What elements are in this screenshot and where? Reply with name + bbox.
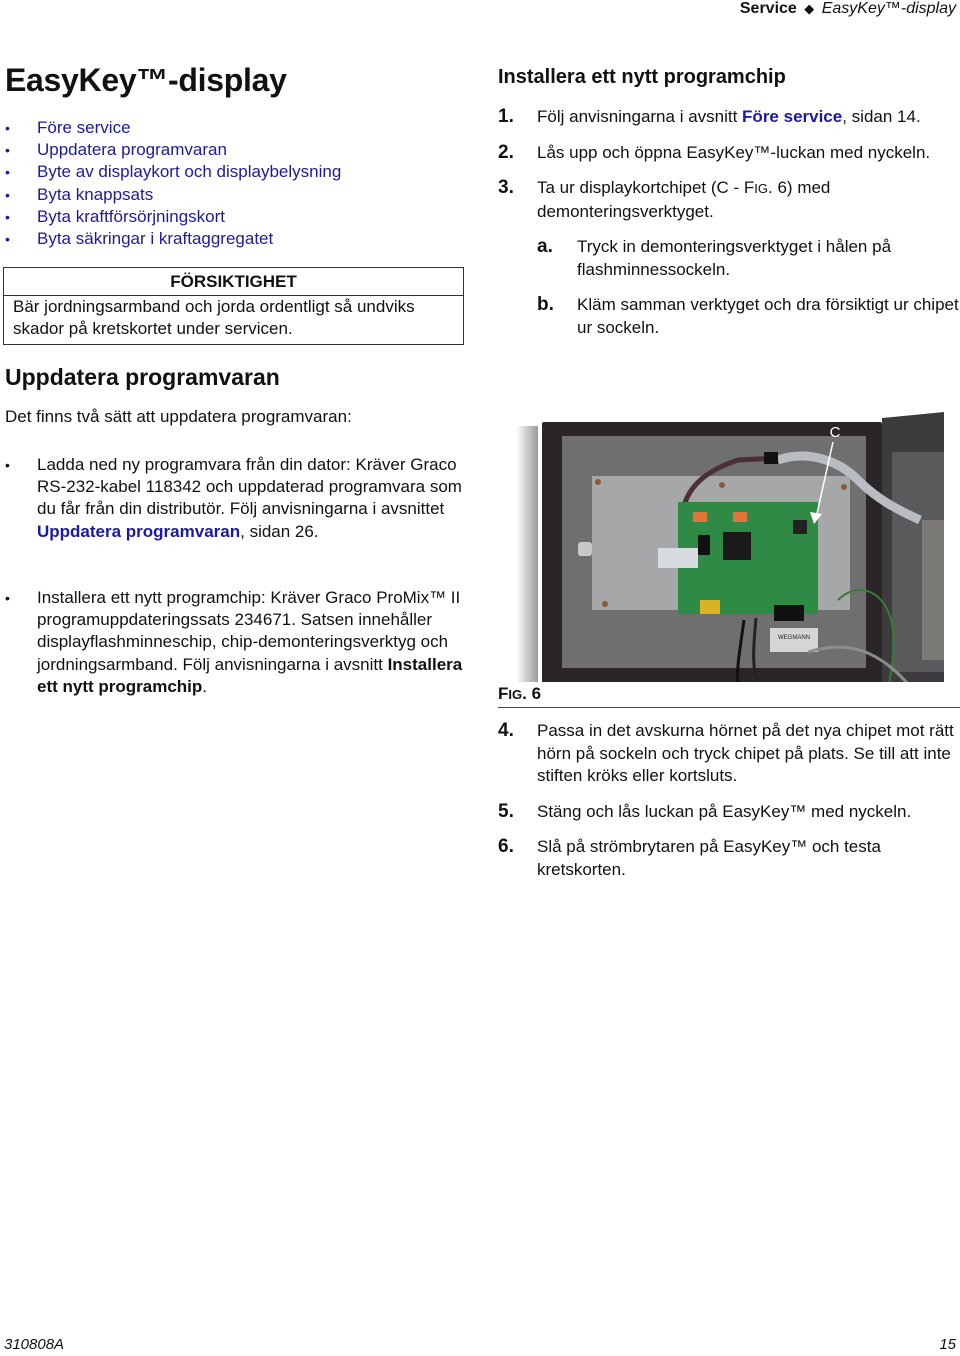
bullet-icon: • bbox=[5, 457, 10, 473]
step-item: 5. Stäng och lås luckan på EasyKey™ med … bbox=[498, 800, 912, 822]
nameplate-text: WEGMANN bbox=[778, 635, 810, 641]
door-shadow bbox=[516, 426, 538, 682]
toc-item[interactable]: • Byte av displaykort och displaybelysnin… bbox=[5, 161, 465, 183]
update-intro: Det finns två sätt att uppdatera program… bbox=[5, 407, 352, 426]
page-number: 15 bbox=[939, 1336, 956, 1353]
bullet-icon: • bbox=[5, 208, 10, 225]
step-item: 2. Lås upp och öppna EasyKey™-luckan med… bbox=[498, 141, 931, 163]
update-option-chip: • Installera ett nytt programchip: Kräve… bbox=[5, 588, 463, 696]
door-latch bbox=[578, 542, 592, 556]
bullet-icon: • bbox=[5, 120, 10, 136]
bullet-icon: • bbox=[5, 186, 10, 203]
doc-number: 310808A bbox=[4, 1336, 65, 1353]
install-steps-continued: 4. Passa in det avskurna hörnet på det n… bbox=[498, 720, 960, 881]
easykey-board-illustration: WEGMANN C bbox=[508, 390, 944, 682]
figure-6-photo: WEGMANN C bbox=[508, 390, 944, 682]
step-item: 1. Följ anvisningarna i avsnitt Före ser… bbox=[498, 106, 921, 127]
link-before-service[interactable]: Före service bbox=[742, 107, 842, 126]
step-item: 6. Slå på strömbrytaren på EasyKey™ och … bbox=[498, 836, 881, 879]
diamond-separator-icon: ◆ bbox=[804, 1, 815, 16]
section-toc: • Före service • Uppdatera programvaran • B… bbox=[5, 117, 465, 250]
substep-item: b. Kläm samman verktyget och dra försikt… bbox=[537, 294, 959, 337]
update-option-list: • Ladda ned ny programvara från din dato… bbox=[5, 454, 465, 543]
callout-c: C bbox=[830, 424, 841, 441]
update-heading: Uppdatera programvaran bbox=[5, 364, 280, 390]
link-update-software[interactable]: Uppdatera programvaran bbox=[37, 522, 240, 541]
bullet-icon: • bbox=[5, 231, 10, 248]
step-item: 4. Passa in det avskurna hörnet på det n… bbox=[498, 720, 954, 785]
toc-item[interactable]: • Uppdatera programvaran bbox=[5, 139, 465, 161]
toc-item[interactable]: • Före service bbox=[5, 117, 465, 139]
flash-chip bbox=[793, 520, 807, 534]
install-heading: Installera ett nytt programchip bbox=[498, 66, 786, 88]
step-item: 3. Ta ur displaykortchipet (C - FIG. 6) … bbox=[498, 177, 960, 339]
main-processor bbox=[723, 532, 751, 560]
caution-title: FÖRSIKTIGHET bbox=[4, 268, 463, 296]
bullet-icon: • bbox=[5, 142, 10, 159]
substep-item: a. Tryck in demonteringsverktyget i håle… bbox=[537, 236, 892, 279]
ribbon-cable bbox=[658, 548, 698, 568]
update-option-list-2: • Installera ett nytt programchip: Kräve… bbox=[5, 587, 465, 698]
update-option-download: • Ladda ned ny programvara från din dato… bbox=[5, 455, 462, 541]
substeps: a. Tryck in demonteringsverktyget i håle… bbox=[537, 236, 960, 339]
running-header: Service ◆ EasyKey™-display bbox=[740, 0, 956, 18]
figure-caption: FIG. 6 bbox=[498, 684, 542, 703]
page-title: EasyKey™-display bbox=[5, 62, 287, 98]
bullet-icon: • bbox=[5, 164, 10, 181]
caution-box: FÖRSIKTIGHET Bär jordningsarmband och jo… bbox=[3, 267, 464, 345]
toc-item[interactable]: • Byta kraftförsörjningskort bbox=[5, 206, 465, 228]
bullet-icon: • bbox=[5, 590, 10, 606]
figure-rule bbox=[498, 707, 960, 708]
header-chapter: EasyKey™-display bbox=[821, 0, 956, 17]
install-steps: 1. Följ anvisningarna i avsnitt Före ser… bbox=[498, 106, 960, 339]
toc-item[interactable]: • Byta säkringar i kraftaggregatet bbox=[5, 228, 465, 250]
caution-body: Bär jordningsarmband och jorda ordentlig… bbox=[13, 297, 415, 338]
header-section: Service bbox=[739, 0, 797, 17]
toc-item[interactable]: • Byta knappsats bbox=[5, 184, 465, 206]
